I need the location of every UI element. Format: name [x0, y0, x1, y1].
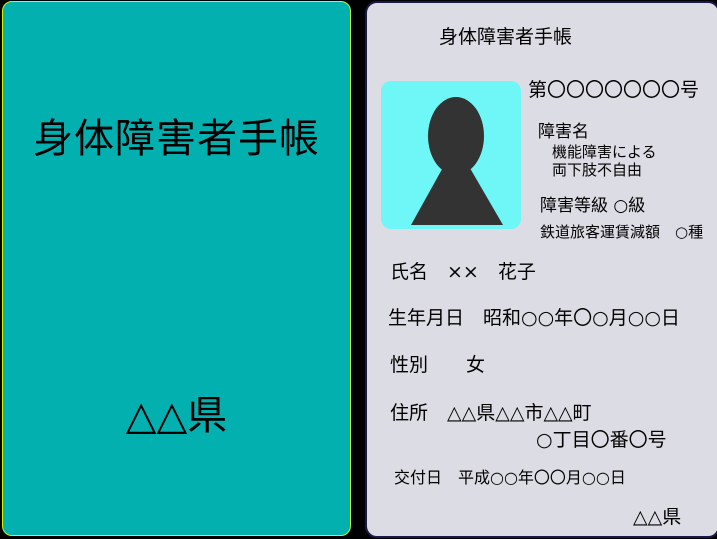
- disability-name-line2: 両下肢不自由: [552, 161, 643, 179]
- holder-name: 氏名 ×× 花子: [390, 261, 536, 283]
- cover-title: 身体障害者手帳: [33, 116, 320, 162]
- disability-name-label: 障害名: [538, 122, 589, 142]
- certificate-number: 第〇〇〇〇〇〇〇号: [528, 79, 700, 101]
- address-line1: 住所 △△県△△市△△町: [390, 402, 592, 424]
- person-silhouette-icon: [411, 97, 503, 225]
- sex: 性別 女: [390, 354, 486, 376]
- birth-date: 生年月日 昭和○○年〇○月○○日: [388, 307, 680, 329]
- page-heading: 身体障害者手帳: [439, 26, 573, 48]
- handbook-cover: 身体障害者手帳 △△県: [2, 1, 351, 536]
- handbook-id-page: 身体障害者手帳 第〇〇〇〇〇〇〇号 障害名 機能障害による 両下肢不自由 障害等…: [365, 1, 717, 538]
- disability-grade: 障害等級 ○級: [540, 196, 646, 216]
- address-line2: ○丁目〇番〇号: [536, 429, 667, 451]
- railway-discount: 鉄道旅客運賃減額 ○種: [540, 223, 704, 241]
- cover-prefecture: △△県: [125, 393, 228, 439]
- issuer: △△県: [633, 506, 682, 528]
- id-photo: [381, 81, 521, 229]
- disability-name-line1: 機能障害による: [552, 143, 657, 161]
- issue-date: 交付日 平成○○年〇〇月○○日: [394, 468, 626, 487]
